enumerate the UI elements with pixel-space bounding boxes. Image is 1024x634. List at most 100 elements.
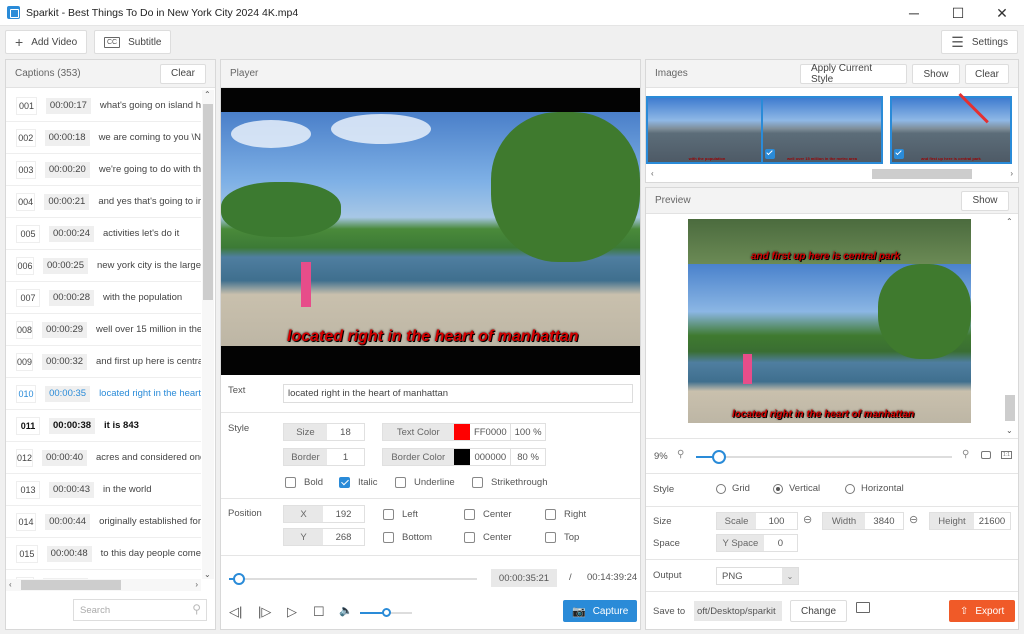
search-icon[interactable]: ⚲ xyxy=(192,602,201,616)
change-path-button[interactable]: Change xyxy=(790,600,847,622)
preview-show-button[interactable]: Show xyxy=(961,190,1009,211)
play-icon[interactable]: ▷ xyxy=(287,604,297,620)
images-horizontal-scrollbar[interactable]: ‹ › xyxy=(646,168,1018,180)
caption-row[interactable]: 008 00:00:29 well over 15 million in the xyxy=(6,314,201,346)
caption-row[interactable]: 005 00:00:24 activities let's do it xyxy=(6,218,201,250)
zoom-track[interactable] xyxy=(696,456,952,458)
preview-vscroll-thumb[interactable] xyxy=(1005,395,1015,421)
width-input[interactable]: 3840 xyxy=(864,513,903,529)
bold-checkbox[interactable]: Bold xyxy=(285,477,323,488)
apply-current-style-button[interactable]: Apply Current Style xyxy=(800,63,907,85)
caption-row[interactable]: 004 00:00:21 and yes that's going to ir xyxy=(6,186,201,218)
fit-icon[interactable] xyxy=(981,451,991,459)
volume-icon[interactable]: 🔈 xyxy=(339,604,353,617)
border-opacity-input[interactable]: 80 % xyxy=(511,449,545,465)
x-input[interactable]: 192 xyxy=(323,506,364,522)
border-input[interactable]: 1 xyxy=(326,449,364,465)
caption-time: 00:00:29 xyxy=(42,321,88,338)
stop-icon[interactable]: ☐ xyxy=(313,604,325,620)
caption-row[interactable]: 01600:00:50to central park to escape xyxy=(6,570,201,579)
y-space-input[interactable]: 0 xyxy=(763,535,797,551)
scroll-down-icon[interactable]: ⌄ xyxy=(204,570,211,579)
caption-row[interactable]: 001 00:00:17 what's going on island h xyxy=(6,90,201,122)
left-checkbox[interactable]: Left xyxy=(383,509,418,520)
maximize-button[interactable]: ☐ xyxy=(936,0,980,26)
scroll-down-icon[interactable]: ⌄ xyxy=(1006,426,1013,435)
images-hscroll-thumb[interactable] xyxy=(872,169,972,179)
y-input[interactable]: 268 xyxy=(323,529,364,545)
scroll-left-icon[interactable]: ‹ xyxy=(9,580,12,589)
caption-row[interactable]: 013 00:00:43 in the world xyxy=(6,474,201,506)
scroll-left-icon[interactable]: ‹ xyxy=(651,169,654,178)
link-icon[interactable]: ⊖ xyxy=(803,513,812,526)
center-v-checkbox[interactable]: Center xyxy=(464,532,512,543)
zoom-out-icon[interactable]: ⚲ xyxy=(677,449,684,460)
caption-row[interactable]: 007 00:00:28 with the population xyxy=(6,282,201,314)
underline-checkbox[interactable]: Underline xyxy=(395,477,455,488)
style-vertical-radio[interactable]: Vertical xyxy=(773,483,820,494)
scroll-up-icon[interactable]: ⌃ xyxy=(1006,217,1013,226)
text-opacity-input[interactable]: 100 % xyxy=(511,424,545,440)
caption-row[interactable]: 015 00:00:48 to this day people come xyxy=(6,538,201,570)
timeline-knob[interactable] xyxy=(233,573,245,585)
output-format-select[interactable]: PNG ⌄ xyxy=(716,567,799,585)
actual-size-icon[interactable]: 1:1 xyxy=(1001,451,1012,459)
volume-knob[interactable] xyxy=(381,608,391,617)
images-show-button[interactable]: Show xyxy=(912,64,960,84)
text-color-swatch[interactable] xyxy=(453,424,471,440)
capture-button[interactable]: 📷 Capture xyxy=(563,600,638,622)
image-thumbnail[interactable]: well over 15 million in the metro area xyxy=(761,96,883,164)
next-frame-icon[interactable]: |▷ xyxy=(258,604,271,620)
previous-frame-icon[interactable]: ◁| xyxy=(229,604,242,620)
bottom-checkbox[interactable]: Bottom xyxy=(383,532,432,543)
caption-row[interactable]: 002 00:00:18 we are coming to you \N xyxy=(6,122,201,154)
height-input[interactable]: 21600 xyxy=(973,513,1010,529)
zoom-knob[interactable] xyxy=(712,450,726,464)
image-thumbnail[interactable]: with the population xyxy=(646,96,768,164)
preview-vertical-scrollbar[interactable]: ⌃ ⌄ xyxy=(1004,215,1016,437)
caption-row[interactable]: 010 00:00:35 located right in the heart xyxy=(6,378,201,410)
image-thumbnail[interactable]: and first up here is central park xyxy=(890,96,1012,164)
captions-vscroll-thumb[interactable] xyxy=(203,104,213,300)
zoom-in-icon[interactable]: ⚲ xyxy=(962,449,969,460)
captions-hscroll-thumb[interactable] xyxy=(21,580,121,590)
folder-icon[interactable] xyxy=(856,602,870,613)
settings-button[interactable]: ☰ Settings xyxy=(941,30,1018,54)
scale-input[interactable]: 100 xyxy=(756,513,797,529)
style-grid-radio[interactable]: Grid xyxy=(716,483,750,494)
top-checkbox[interactable]: Top xyxy=(545,532,579,543)
scroll-right-icon[interactable]: › xyxy=(1010,169,1013,178)
close-button[interactable]: ✕ xyxy=(980,0,1024,26)
timeline-track[interactable] xyxy=(229,578,477,580)
add-video-button[interactable]: + Add Video xyxy=(5,30,88,54)
caption-row[interactable]: 014 00:00:44 originally established for xyxy=(6,506,201,538)
scroll-right-icon[interactable]: › xyxy=(195,580,198,589)
link-icon[interactable]: ⊖ xyxy=(909,513,918,526)
captions-search-input[interactable]: Search ⚲ xyxy=(73,599,207,621)
caption-row[interactable]: 012 00:00:40 acres and considered one xyxy=(6,442,201,474)
captions-horizontal-scrollbar[interactable]: ‹ › xyxy=(6,579,201,591)
caption-row[interactable]: 003 00:00:20 we're going to do with th xyxy=(6,154,201,186)
center-h-checkbox[interactable]: Center xyxy=(464,509,512,520)
subtitle-button[interactable]: CC Subtitle xyxy=(94,30,172,54)
scroll-up-icon[interactable]: ⌃ xyxy=(204,90,211,99)
size-input[interactable]: 18 xyxy=(326,424,364,440)
border-color-swatch[interactable] xyxy=(453,449,471,465)
captions-clear-button[interactable]: Clear xyxy=(160,63,206,84)
save-path-field[interactable]: oft/Desktop/sparkit xyxy=(694,601,782,621)
strikethrough-checkbox[interactable]: Strikethrough xyxy=(472,477,548,488)
border-color-hex-input[interactable]: 000000 xyxy=(470,449,512,465)
caption-row[interactable]: 009 00:00:32 and first up here is centra xyxy=(6,346,201,378)
caption-row[interactable]: 006 00:00:25 new york city is the large xyxy=(6,250,201,282)
style-horizontal-radio[interactable]: Horizontal xyxy=(845,483,904,494)
text-color-hex-input[interactable]: FF0000 xyxy=(470,424,512,440)
caption-text-input[interactable]: located right in the heart of manhattan xyxy=(283,384,633,403)
export-button[interactable]: ⇧ Export xyxy=(949,600,1016,622)
minimize-button[interactable]: ─ xyxy=(892,0,936,26)
italic-checkbox[interactable]: Italic xyxy=(339,477,378,488)
video-display[interactable]: located right in the heart of manhattan xyxy=(221,88,640,375)
images-clear-button[interactable]: Clear xyxy=(965,64,1009,84)
right-checkbox[interactable]: Right xyxy=(545,509,586,520)
captions-vertical-scrollbar[interactable]: ⌃ ⌄ xyxy=(202,90,214,579)
caption-row[interactable]: 011 00:00:38 it is 843 xyxy=(6,410,201,442)
